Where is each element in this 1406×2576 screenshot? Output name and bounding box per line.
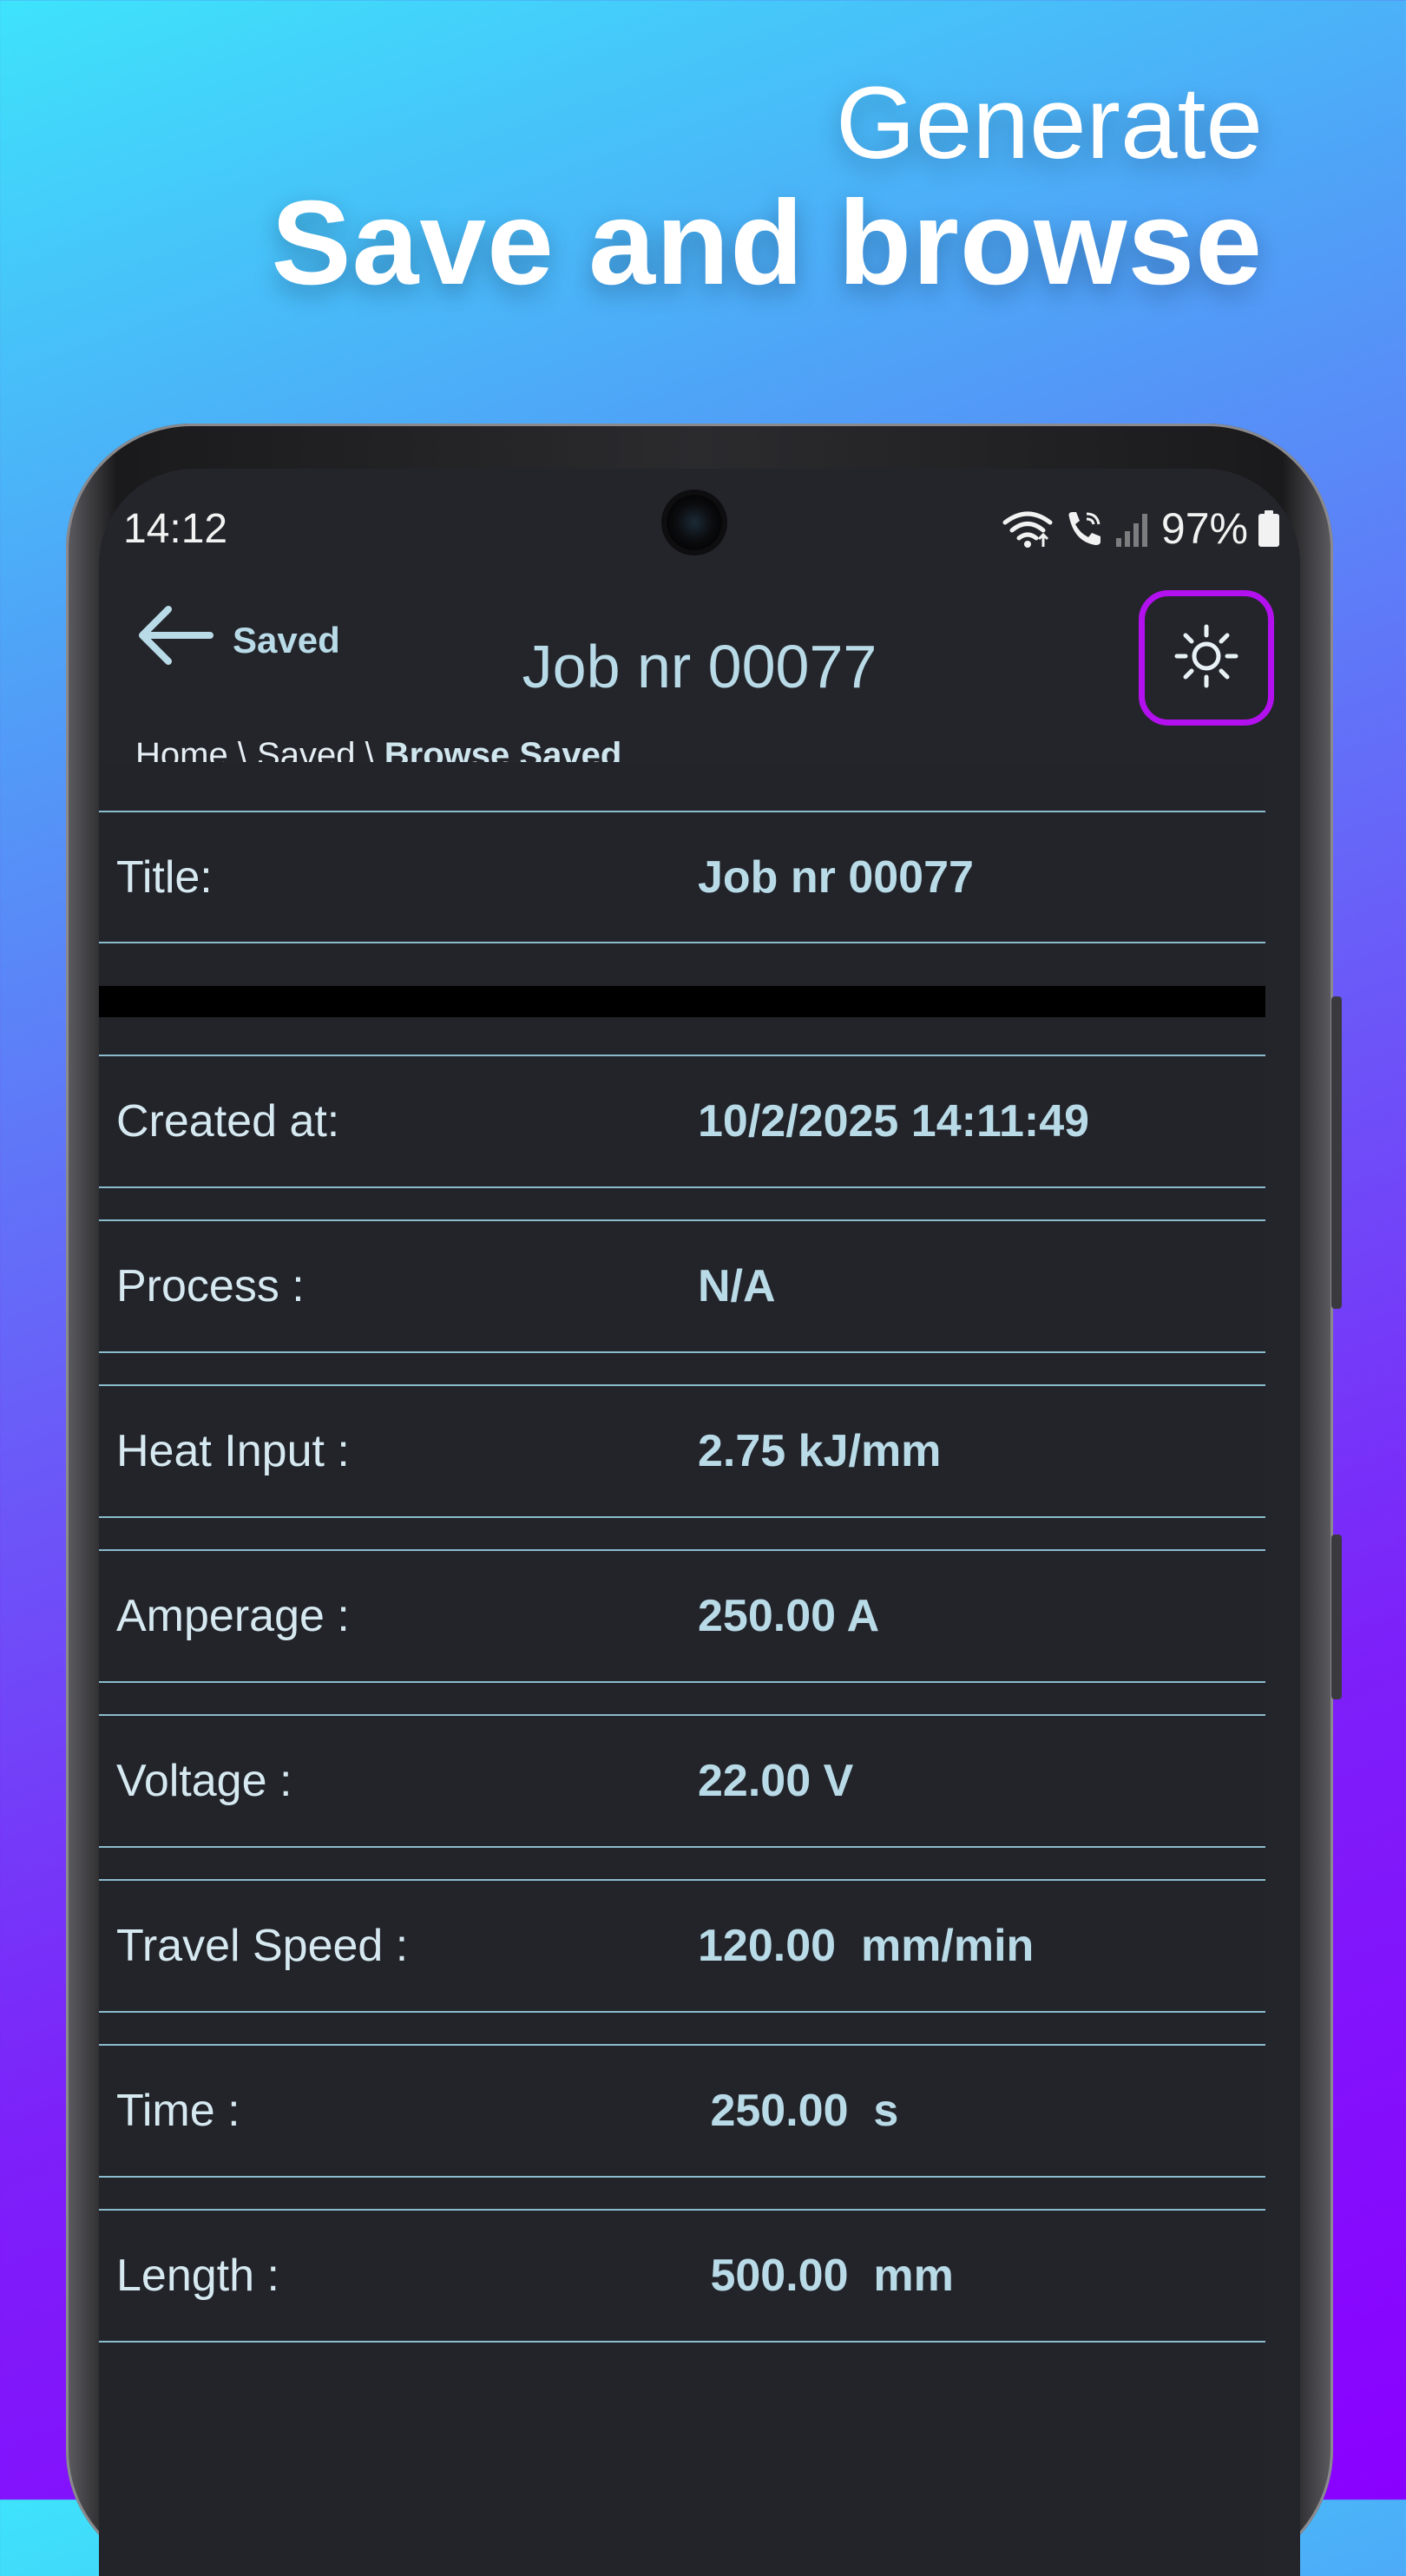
divider xyxy=(99,2341,1265,2343)
divider xyxy=(99,1186,1265,1188)
page-title: Job nr 00077 xyxy=(522,633,877,700)
detail-row-amperage: Amperage : 250.00 A xyxy=(99,1551,1265,1681)
divider xyxy=(99,1846,1265,1848)
promo-headline: Generate xyxy=(836,66,1263,181)
phone-screen: 14:12 97% Saved Job nr 00077 Home \ Save… xyxy=(99,469,1300,2576)
detail-row-travel-speed: Travel Speed : 120.00 mm/min xyxy=(99,1881,1265,2011)
detail-value: 120.00 mm/min xyxy=(698,1921,1035,1971)
detail-row-length: Length : 500.00 mm xyxy=(99,2211,1265,2341)
detail-label: Created at: xyxy=(116,1096,340,1147)
promo-subheadline: Save and browse xyxy=(271,176,1263,310)
detail-row-process: Process : N/A xyxy=(99,1221,1265,1351)
detail-label: Travel Speed : xyxy=(116,1921,409,1971)
status-bar: 14:12 97% xyxy=(99,502,1300,562)
detail-value: 250.00 s xyxy=(698,2086,899,2136)
divider xyxy=(99,1516,1265,1518)
battery-percentage: 97% xyxy=(1160,504,1248,553)
detail-row-heat-input: Heat Input : 2.75 kJ/mm xyxy=(99,1386,1265,1516)
phone-side-button-power xyxy=(1331,996,1342,1309)
separator-bar xyxy=(99,986,1265,1017)
detail-label: Time : xyxy=(116,2086,240,2136)
phone-frame: 14:12 97% Saved Job nr 00077 Home \ Save… xyxy=(66,424,1342,2576)
status-icons: 97% xyxy=(1002,503,1281,554)
detail-value: Job nr 00077 xyxy=(698,852,974,903)
sun-icon xyxy=(1172,621,1241,695)
detail-label: Amperage : xyxy=(116,1591,350,1641)
detail-row-created-at: Created at: 10/2/2025 14:11:49 xyxy=(99,1056,1265,1186)
divider xyxy=(99,2176,1265,2178)
divider xyxy=(99,1681,1265,1683)
detail-value: N/A xyxy=(698,1261,776,1311)
detail-row-time: Time : 250.00 s xyxy=(99,2046,1265,2176)
detail-value: 2.75 kJ/mm xyxy=(698,1426,942,1476)
detail-value: 10/2/2025 14:11:49 xyxy=(698,1096,1090,1147)
detail-label: Process : xyxy=(116,1261,305,1311)
battery-icon xyxy=(1257,509,1281,549)
app-header: Saved Job nr 00077 Home \ Saved \ Browse… xyxy=(99,573,1300,774)
detail-label: Length : xyxy=(116,2251,279,2301)
detail-value: 22.00 V xyxy=(698,1756,854,1806)
detail-value: 500.00 mm xyxy=(698,2251,954,2301)
signal-icon xyxy=(1114,509,1153,549)
detail-row-title: Title: Job nr 00077 xyxy=(99,812,1265,943)
detail-value: 250.00 A xyxy=(698,1591,880,1641)
divider xyxy=(99,1351,1265,1353)
detail-row-voltage: Voltage : 22.00 V xyxy=(99,1716,1265,1846)
detail-label: Title: xyxy=(116,852,213,903)
wifi-icon xyxy=(1002,509,1054,549)
phone-side-button-volume xyxy=(1331,1534,1342,1699)
detail-label: Voltage : xyxy=(116,1756,292,1806)
theme-toggle-button[interactable] xyxy=(1139,590,1274,726)
divider xyxy=(99,2011,1265,2013)
status-time: 14:12 xyxy=(123,506,228,552)
divider xyxy=(99,942,1265,943)
job-details: Title: Job nr 00077 Created at: 10/2/202… xyxy=(99,762,1265,2576)
detail-label: Heat Input : xyxy=(116,1426,350,1476)
wifi-call-icon xyxy=(1062,509,1106,549)
